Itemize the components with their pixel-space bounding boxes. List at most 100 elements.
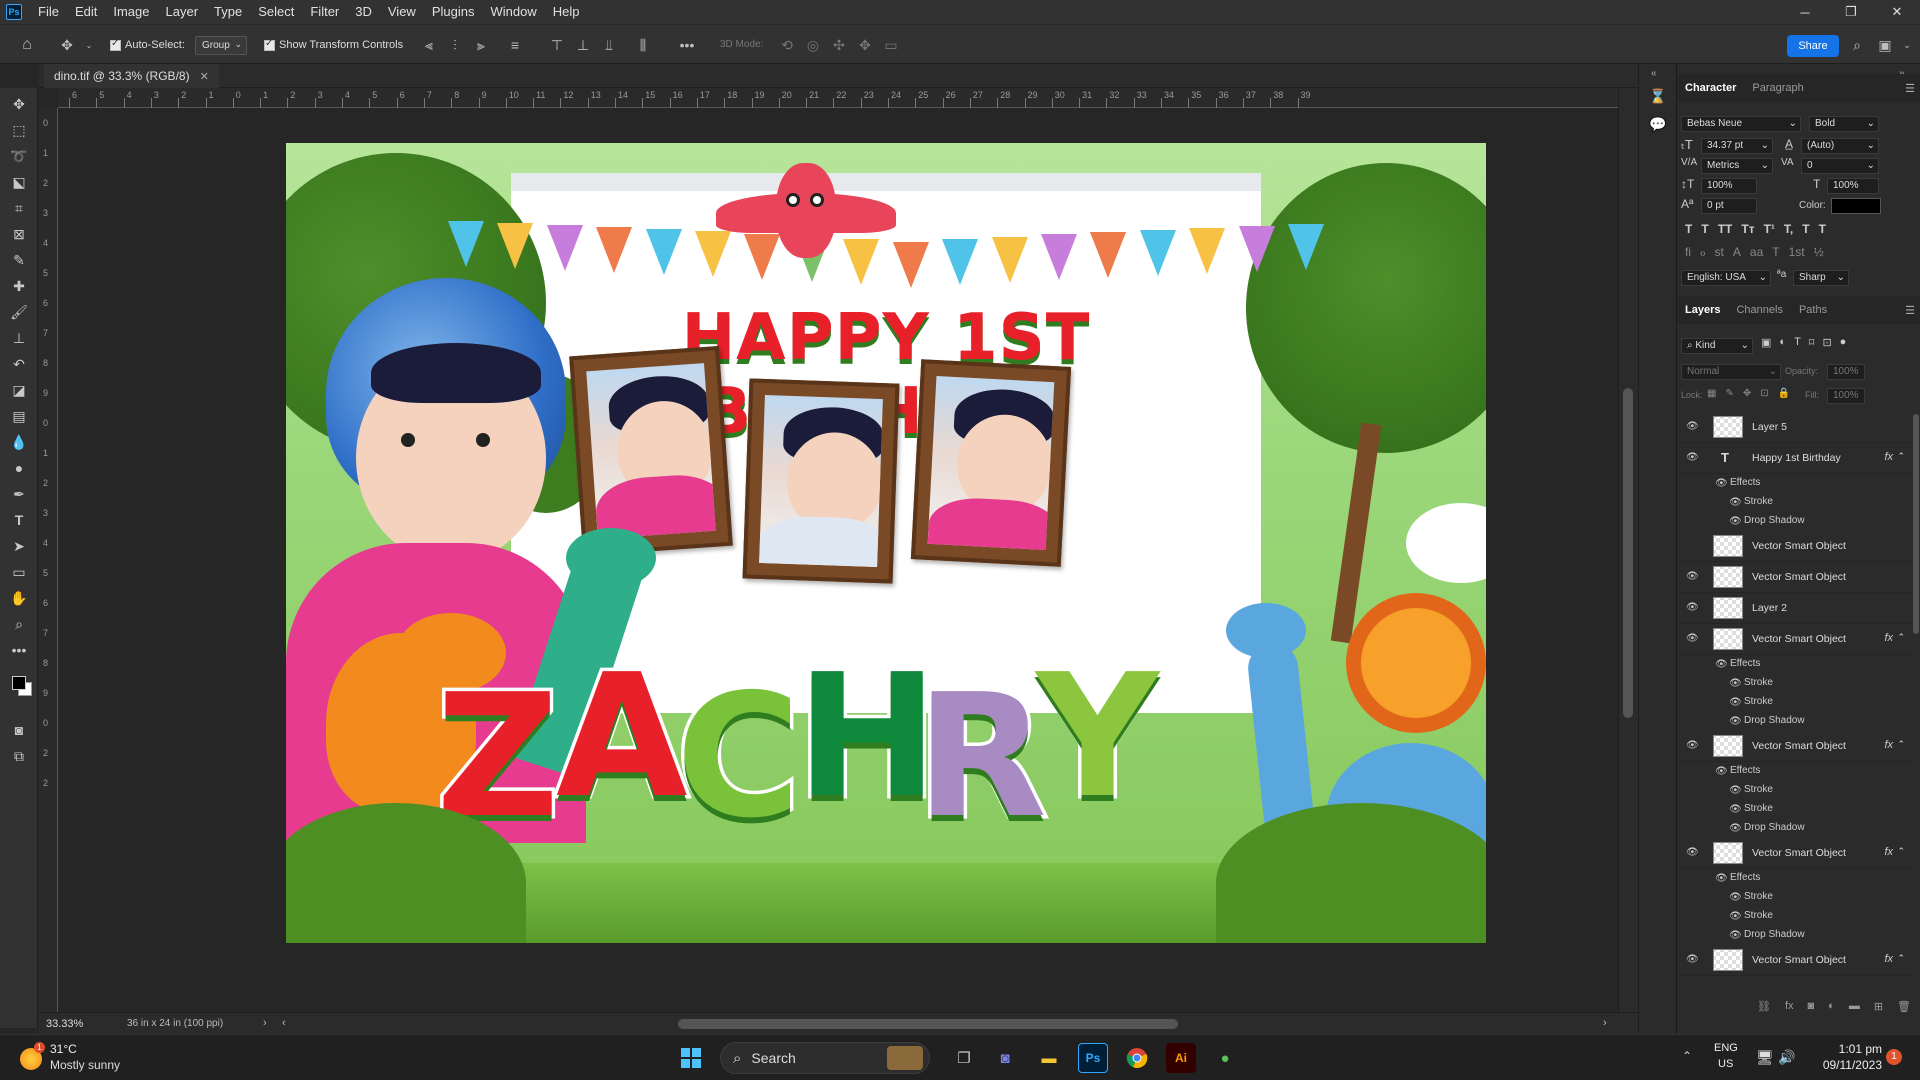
gradient-tool-icon[interactable]: ▤ bbox=[8, 406, 30, 426]
effect-row[interactable]: 👁 Stroke bbox=[1677, 907, 1913, 926]
menu-item-edit[interactable]: Edit bbox=[67, 0, 105, 24]
visibility-eye-icon[interactable]: 👁 bbox=[1729, 930, 1742, 941]
align-center-icon[interactable]: ⫶ bbox=[446, 36, 464, 54]
effect-row[interactable]: 👁 Stroke bbox=[1677, 493, 1913, 512]
effect-row[interactable]: 👁 Stroke bbox=[1677, 693, 1913, 712]
eraser-tool-icon[interactable]: ◪ bbox=[8, 380, 30, 400]
layer-row[interactable]: 👁 Vector Smart Object fx ⌃ bbox=[1677, 731, 1913, 762]
visibility-eye-icon[interactable]: 👁 bbox=[1729, 678, 1742, 689]
close-icon[interactable]: ✕ bbox=[1874, 0, 1920, 24]
frame-tool-icon[interactable]: ⊠ bbox=[8, 224, 30, 244]
layers-scrollbar-thumb[interactable] bbox=[1913, 414, 1919, 634]
move-tool-icon[interactable]: ✥ bbox=[8, 94, 30, 114]
baseline-shift-field[interactable]: 0 pt bbox=[1701, 198, 1757, 214]
type-style-button[interactable]: T bbox=[1819, 222, 1826, 236]
rectangle-tool-icon[interactable]: ▭ bbox=[8, 562, 30, 582]
pixel-filter-icon[interactable]: ▣ bbox=[1761, 336, 1771, 349]
visibility-eye-icon[interactable]: 👁 bbox=[1729, 497, 1742, 508]
ai-icon[interactable]: Ai bbox=[1166, 1043, 1196, 1073]
notification-badge[interactable]: 1 bbox=[1886, 1049, 1902, 1065]
effect-row[interactable]: 👁 Stroke bbox=[1677, 781, 1913, 800]
home-icon[interactable]: ⌂ bbox=[18, 36, 36, 54]
visibility-eye-icon[interactable]: 👁 bbox=[1686, 602, 1700, 613]
layer-row[interactable]: 👁 T Happy 1st Birthday fx ⌃ bbox=[1677, 443, 1913, 474]
lasso-tool-icon[interactable]: ➰ bbox=[8, 146, 30, 166]
tab-paths[interactable]: Paths bbox=[1791, 296, 1835, 324]
opentype-button[interactable]: T bbox=[1772, 245, 1779, 259]
align-bottom-icon[interactable]: ⫫ bbox=[600, 36, 618, 54]
type-tool-icon[interactable]: T bbox=[8, 510, 30, 530]
vertical-scale-field[interactable]: 100% bbox=[1701, 178, 1757, 194]
leading-field[interactable]: (Auto) ⌄ bbox=[1801, 138, 1879, 154]
horizontal-scale-field[interactable]: 100% bbox=[1827, 178, 1879, 194]
lock-all-icon[interactable]: 🔒 bbox=[1778, 388, 1790, 399]
fx-icon[interactable]: fx bbox=[1884, 632, 1893, 644]
type-filter-icon[interactable]: T bbox=[1794, 336, 1801, 349]
panel-menu-icon[interactable]: ☰ bbox=[1905, 304, 1915, 317]
teams-icon[interactable]: ◙ bbox=[990, 1043, 1020, 1073]
chevron-up-icon[interactable]: ⌃ bbox=[1897, 739, 1905, 750]
taskbar-search[interactable]: ⌕ Search bbox=[720, 1042, 930, 1074]
clock-time[interactable]: 1:01 pm bbox=[1812, 1042, 1882, 1056]
network-icon[interactable]: 🖥 bbox=[1756, 1049, 1774, 1066]
visibility-eye-icon[interactable]: 👁 bbox=[1729, 823, 1742, 834]
distribute-icon[interactable]: ≡ bbox=[506, 36, 524, 54]
tab-channels[interactable]: Channels bbox=[1728, 296, 1790, 324]
type-style-button[interactable]: Tт bbox=[1741, 222, 1754, 236]
opentype-button[interactable]: ℴ bbox=[1700, 245, 1706, 259]
type-style-button[interactable]: TT bbox=[1718, 222, 1733, 236]
chevron-right-icon[interactable]: › bbox=[1603, 1017, 1607, 1029]
visibility-eye-icon[interactable]: 👁 bbox=[1715, 766, 1728, 777]
visibility-eye-icon[interactable]: 👁 bbox=[1686, 740, 1700, 751]
effects-row[interactable]: 👁Effects bbox=[1677, 869, 1913, 888]
chevron-up-icon[interactable]: ⌃ bbox=[1897, 953, 1905, 964]
link-layers-icon[interactable]: ⛓ bbox=[1757, 1000, 1771, 1022]
new-group-icon[interactable]: ▬ bbox=[1849, 1000, 1860, 1022]
delete-layer-icon[interactable]: 🗑 bbox=[1897, 1000, 1911, 1022]
align-top-icon[interactable]: ⊤ bbox=[548, 36, 566, 54]
chevron-down-icon[interactable]: ⌄ bbox=[80, 36, 98, 54]
effect-row[interactable]: 👁 Drop Shadow bbox=[1677, 819, 1913, 838]
opentype-button[interactable]: A bbox=[1733, 245, 1741, 259]
visibility-eye-icon[interactable]: 👁 bbox=[1729, 892, 1742, 903]
share-button[interactable]: Share bbox=[1787, 35, 1839, 57]
type-style-button[interactable]: T bbox=[1802, 222, 1809, 236]
lock-position-icon[interactable]: ✥ bbox=[1743, 388, 1751, 399]
document-tab[interactable]: dino.tif @ 33.3% (RGB/8) ✕ bbox=[44, 64, 219, 88]
document-canvas[interactable]: HAPPY 1ST BIRTHDAY bbox=[286, 143, 1486, 943]
blur-tool-icon[interactable]: 💧 bbox=[8, 432, 30, 452]
layer-filter-dropdown[interactable]: ⌕ Kind ⌄ bbox=[1681, 338, 1753, 354]
effect-row[interactable]: 👁 Drop Shadow bbox=[1677, 926, 1913, 945]
menu-item-layer[interactable]: Layer bbox=[158, 0, 207, 24]
visibility-eye-icon[interactable]: 👁 bbox=[1729, 697, 1742, 708]
kerning-field[interactable]: Metrics ⌄ bbox=[1701, 158, 1773, 174]
hand-tool-icon[interactable]: ✋ bbox=[8, 588, 30, 608]
menu-item-file[interactable]: File bbox=[30, 0, 67, 24]
tab-layers[interactable]: Layers bbox=[1677, 296, 1728, 324]
visibility-eye-icon[interactable]: 👁 bbox=[1686, 571, 1700, 582]
add-mask-icon[interactable]: ◙ bbox=[1808, 1000, 1815, 1022]
lock-pixels-icon[interactable]: ✎ bbox=[1725, 388, 1733, 399]
quick-mask-icon[interactable]: ◙ bbox=[8, 720, 30, 740]
visibility-eye-icon[interactable]: 👁 bbox=[1715, 478, 1728, 489]
screen-mode-icon[interactable]: ⧉ bbox=[8, 746, 30, 766]
ps-icon[interactable]: Ps bbox=[1078, 1043, 1108, 1073]
new-layer-icon[interactable]: ⊞ bbox=[1874, 1000, 1883, 1022]
effects-row[interactable]: 👁Effects bbox=[1677, 655, 1913, 674]
fx-icon[interactable]: fx bbox=[1884, 846, 1893, 858]
visibility-eye-icon[interactable]: 👁 bbox=[1729, 785, 1742, 796]
weather-temp[interactable]: 31°C bbox=[50, 1042, 77, 1056]
type-style-button[interactable]: T, bbox=[1784, 222, 1793, 236]
history-brush-tool-icon[interactable]: ↶ bbox=[8, 354, 30, 374]
visibility-hidden-icon[interactable] bbox=[1686, 540, 1700, 550]
visibility-eye-icon[interactable]: 👁 bbox=[1729, 804, 1742, 815]
task-view-icon[interactable]: ❐ bbox=[949, 1043, 979, 1073]
volume-icon[interactable]: 🔊 bbox=[1778, 1049, 1795, 1066]
fill-field[interactable]: 100% bbox=[1827, 388, 1865, 404]
fx-icon[interactable]: fx bbox=[1785, 1000, 1794, 1022]
more-icon[interactable]: ••• bbox=[678, 36, 696, 54]
healing-brush-tool-icon[interactable]: ✚ bbox=[8, 276, 30, 296]
chevron-right-icon[interactable]: › bbox=[263, 1017, 267, 1029]
effect-row[interactable]: 👁 Drop Shadow bbox=[1677, 512, 1913, 531]
blend-mode-dropdown[interactable]: Normal ⌄ bbox=[1681, 364, 1781, 380]
